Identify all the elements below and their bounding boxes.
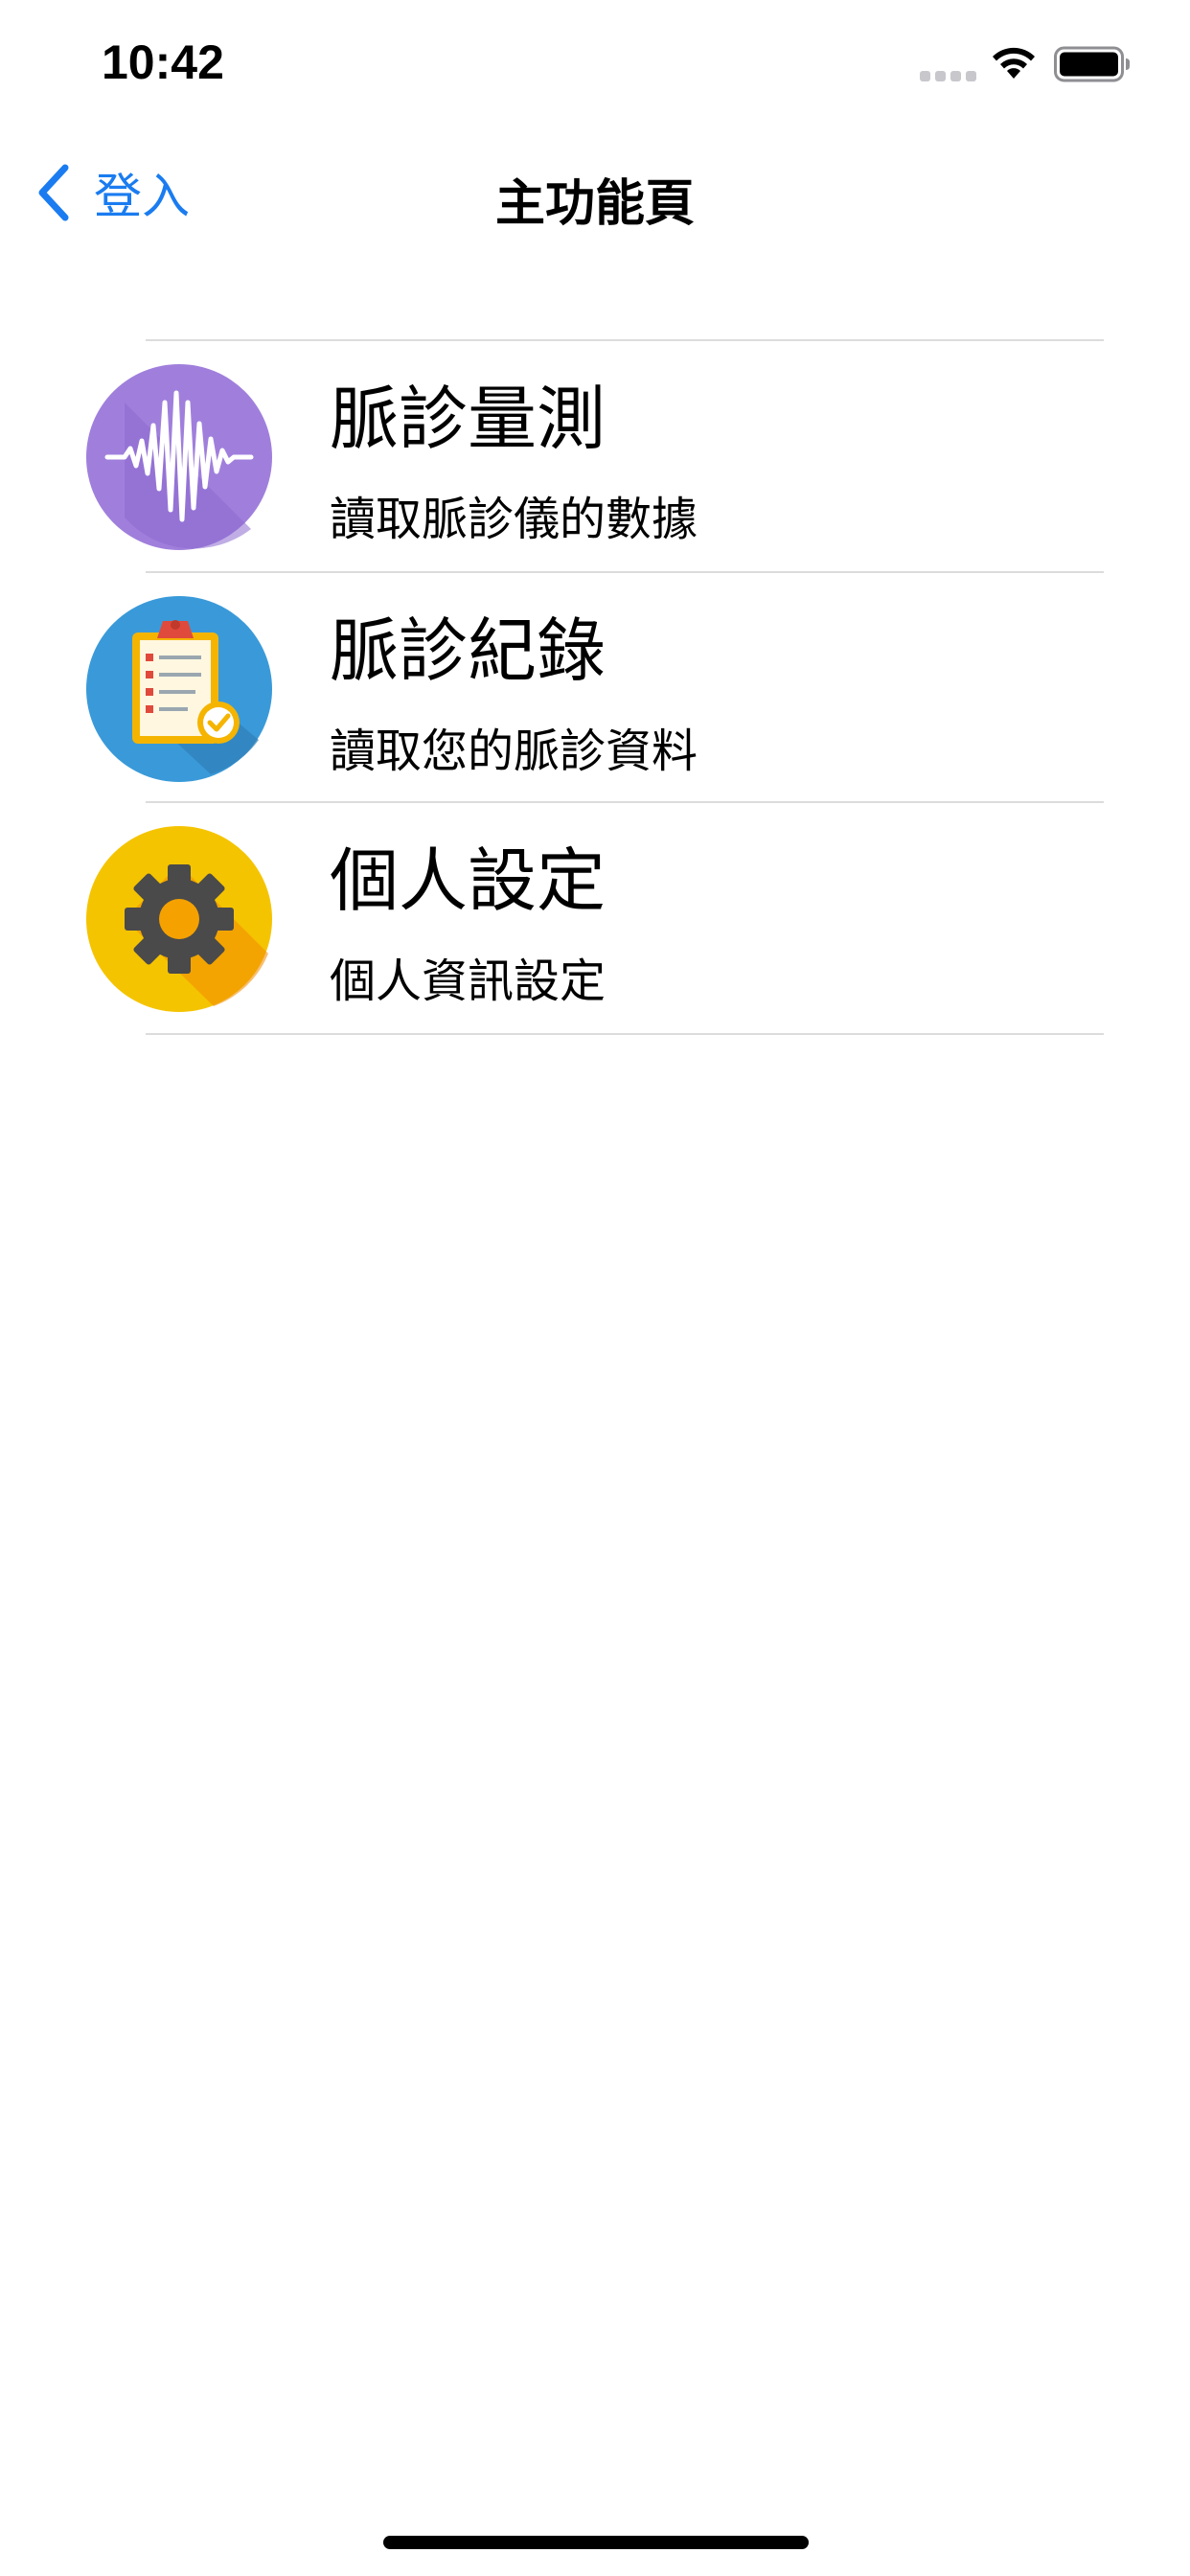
battery-icon <box>1054 46 1130 82</box>
chevron-left-icon <box>38 164 69 221</box>
menu-item-personal-settings[interactable]: 個人設定 個人資訊設定 <box>0 803 1190 1033</box>
main-screen: 10:42 主功能頁 登入 脈診量測 讀取脈診儀的數據 脈診紀錄 讀取您的脈診資… <box>0 0 1190 2576</box>
menu-item-title: 個人設定 <box>330 840 606 921</box>
menu-item-subtitle: 讀取脈診儀的數據 <box>330 493 698 546</box>
back-button-label: 登入 <box>94 169 190 224</box>
menu-item-subtitle: 讀取您的脈診資料 <box>330 724 698 778</box>
pulse-waveform-icon <box>86 364 272 550</box>
menu-item-pulse-records[interactable]: 脈診紀錄 讀取您的脈診資料 <box>0 573 1190 803</box>
list-separator <box>146 1033 1104 1035</box>
gear-icon <box>86 826 272 1012</box>
menu-item-title: 脈診紀錄 <box>330 610 606 691</box>
status-time: 10:42 <box>102 35 224 89</box>
clipboard-checklist-icon <box>86 596 272 782</box>
navigation-bar: 主功能頁 登入 <box>0 134 1190 249</box>
home-indicator[interactable] <box>383 2536 809 2549</box>
menu-item-pulse-measurement[interactable]: 脈診量測 讀取脈診儀的數據 <box>0 341 1190 571</box>
cellular-signal-icon <box>920 71 977 84</box>
back-button[interactable]: 登入 <box>34 159 190 226</box>
status-bar: 10:42 <box>0 0 1190 126</box>
wifi-icon <box>993 47 1035 79</box>
menu-item-subtitle: 個人資訊設定 <box>330 954 606 1008</box>
menu-item-title: 脈診量測 <box>330 379 606 459</box>
